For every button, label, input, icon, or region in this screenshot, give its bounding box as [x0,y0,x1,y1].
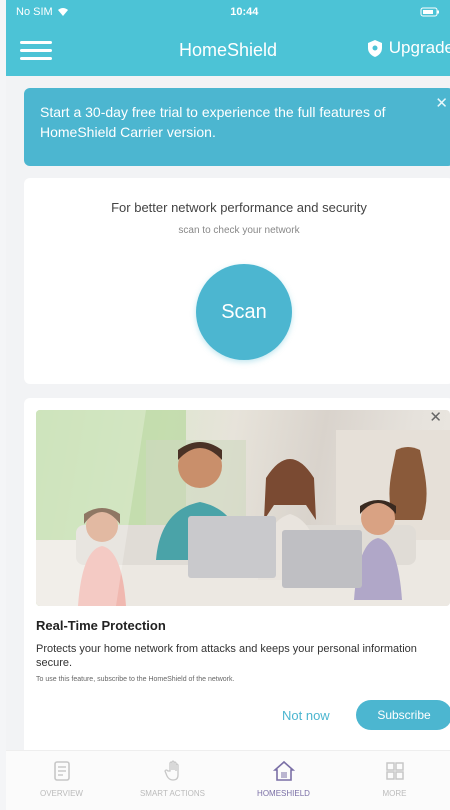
bottom-tab-bar: OVERVIEW SMART ACTIONS HOMESHIELD MORE [6,750,450,810]
wifi-icon [57,8,68,16]
status-right [420,7,440,17]
carrier-label: No SIM [16,6,53,18]
family-photo-illustration [36,410,450,606]
tab-smart-actions[interactable]: SMART ACTIONS [125,759,221,798]
close-icon[interactable]: ✕ [429,408,442,426]
tab-label: OVERVIEW [40,789,83,798]
trial-banner[interactable]: Start a 30-day free trial to experience … [24,88,450,166]
promo-card: ✕ Real-Time Protection Protects your hom… [24,398,450,758]
tab-label: SMART ACTIONS [139,789,206,798]
status-left: No SIM [16,6,69,18]
not-now-link[interactable]: Not now [282,708,330,723]
promo-note: To use this feature, subscribe to the Ho… [36,676,235,683]
scan-card-title: For better network performance and secur… [111,200,367,215]
family-photo [36,410,450,606]
promo-title: Real-Time Protection [36,618,166,633]
battery-icon [420,7,439,17]
house-icon [272,760,295,781]
upgrade-button[interactable]: Upgrade [367,38,450,58]
app-bar: HomeShield Upgrade [6,24,450,76]
time-label: 10:44 [230,6,259,18]
tab-more[interactable]: MORE [347,759,443,798]
trial-banner-text: Start a 30-day free trial to experience … [40,104,386,140]
promo-description: Protects your home network from attacks … [36,643,417,669]
tab-overview[interactable]: OVERVIEW [14,759,110,798]
subscribe-button[interactable]: Subscribe [356,700,450,730]
close-icon[interactable]: ✕ [435,94,448,114]
scan-button[interactable]: Scan [196,264,292,360]
shield-icon [367,39,382,57]
status-bar: No SIM 10:44 [6,0,450,24]
upgrade-label: Upgrade [388,38,450,57]
hand-icon [163,760,179,781]
document-icon [53,761,70,781]
tab-label: MORE [382,789,407,798]
scan-card-subtitle: scan to check your network [178,225,300,236]
scan-card: For better network performance and secur… [24,178,450,384]
tab-label: HOMESHIELD [257,789,310,798]
grid-icon [385,762,404,780]
app-frame: No SIM 10:44 HomeShield Upgrade Start a … [6,0,450,810]
tab-homeshield[interactable]: HOMESHIELD [236,759,332,798]
